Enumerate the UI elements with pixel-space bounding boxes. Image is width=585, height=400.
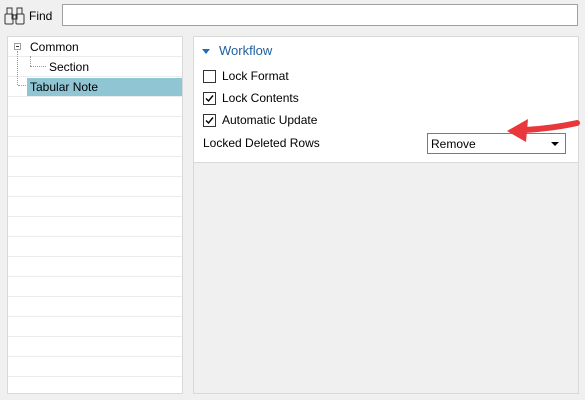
tree-node-label: Section [49, 60, 90, 74]
tree-row [8, 117, 182, 137]
tree-row [8, 257, 182, 277]
tree-row [8, 177, 182, 197]
red-arrow-icon [507, 119, 580, 142]
tree-connector [30, 56, 31, 66]
lock-contents-checkbox[interactable] [203, 92, 216, 105]
find-label: Find [29, 9, 53, 23]
collapse-minus-icon[interactable] [14, 43, 21, 50]
checkmark-icon [205, 95, 214, 103]
tree-row [8, 357, 182, 377]
lock-contents-label: Lock Contents [222, 91, 299, 105]
tree-row [8, 97, 182, 117]
tree-node-common[interactable]: Common [30, 38, 79, 56]
tree-row [8, 277, 182, 297]
find-bar: Find [0, 0, 585, 34]
tree-row [8, 137, 182, 157]
find-input[interactable] [62, 4, 578, 26]
tree-node-tabular-note[interactable]: Tabular Note [27, 78, 182, 96]
tree-connector [30, 66, 46, 67]
properties-panel: Workflow Lock Format Lock Contents Autom… [193, 36, 580, 394]
triangle-down-icon[interactable] [202, 49, 210, 54]
tree-node-label: Common [30, 40, 79, 54]
tree-node-label: Tabular Note [30, 80, 99, 94]
lock-format-label: Lock Format [222, 69, 289, 83]
section-title: Workflow [219, 43, 273, 58]
tree-node-section[interactable]: Section [49, 58, 89, 76]
tree-panel: Common Section Tabular Note [7, 36, 183, 394]
tree-row [8, 377, 182, 393]
tree-row [8, 297, 182, 317]
locked-deleted-rows-label: Locked Deleted Rows [203, 136, 320, 150]
lock-format-checkbox[interactable] [203, 70, 216, 83]
tree-row [8, 157, 182, 177]
tree-row [8, 317, 182, 337]
tree-row [8, 237, 182, 257]
binoculars-icon[interactable] [4, 6, 28, 26]
tree-row [8, 217, 182, 237]
automatic-update-checkbox[interactable] [203, 114, 216, 127]
select-value: Remove [431, 137, 476, 151]
tree-row [8, 337, 182, 357]
tree-row [8, 57, 182, 77]
automatic-update-label: Automatic Update [222, 113, 318, 127]
tree-row [8, 197, 182, 217]
tree-connector [17, 51, 18, 85]
checkmark-icon [205, 117, 214, 125]
